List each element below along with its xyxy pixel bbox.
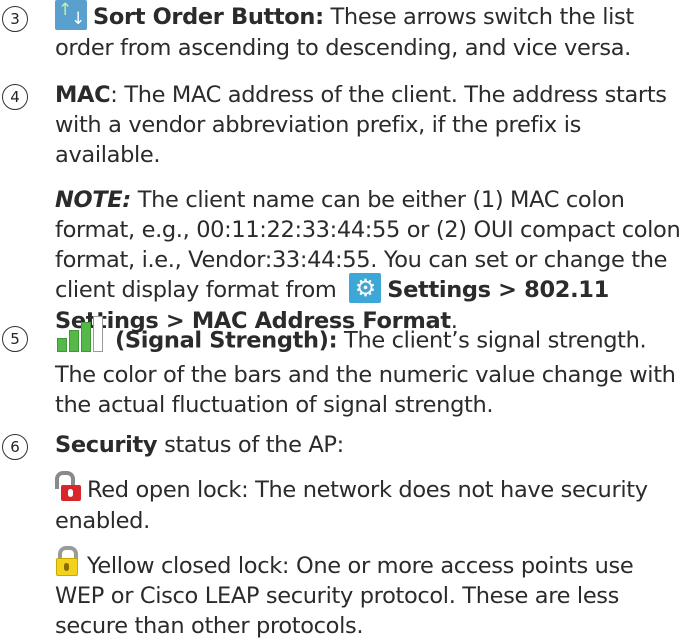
sort-order-title: Sort Order Button: (93, 4, 324, 30)
note-label: NOTE: (55, 187, 131, 213)
sort-order-arrows-icon: ↑↓ (55, 0, 87, 30)
list-item-mac: 4 MAC: The MAC address of the client. Th… (0, 80, 687, 336)
red-lock-paragraph: Red open lock: The network does not have… (55, 475, 685, 536)
item-number-badge: 5 (2, 326, 28, 352)
list-item-signal-strength: 5 (Signal Strength): The client’s signal… (0, 322, 687, 420)
security-paragraph: Security status of the AP: (55, 430, 685, 460)
yellow-lock-paragraph: Yellow closed lock: One or more access p… (55, 551, 685, 641)
signal-strength-bars-icon (55, 316, 115, 354)
red-lock-text: Red open lock: The network does not have… (55, 477, 648, 534)
red-open-lock-icon (55, 471, 81, 501)
security-title: Security (55, 432, 157, 458)
item-number-badge: 6 (2, 434, 28, 460)
yellow-closed-lock-icon (55, 546, 81, 576)
mac-title: MAC (55, 82, 110, 108)
list-item-sort-order: 3 ↑↓Sort Order Button: These arrows swit… (0, 2, 687, 63)
gear-icon: ⚙ (349, 273, 381, 303)
yellow-lock-text: Yellow closed lock: One or more access p… (55, 553, 633, 640)
list-item-security: 6 Security status of the AP: Red open lo… (0, 430, 687, 641)
mac-text: : The MAC address of the client. The add… (55, 82, 667, 168)
security-text: status of the AP: (157, 432, 344, 458)
item-number-badge: 4 (2, 84, 28, 110)
sort-order-paragraph: ↑↓Sort Order Button: These arrows switch… (55, 2, 685, 63)
signal-paragraph: (Signal Strength): The client’s signal s… (55, 322, 685, 420)
signal-title: (Signal Strength): (115, 328, 337, 354)
item-number-badge: 3 (2, 6, 28, 32)
mac-paragraph: MAC: The MAC address of the client. The … (55, 80, 685, 170)
mac-note-paragraph: NOTE: The client name can be either (1) … (55, 185, 685, 336)
